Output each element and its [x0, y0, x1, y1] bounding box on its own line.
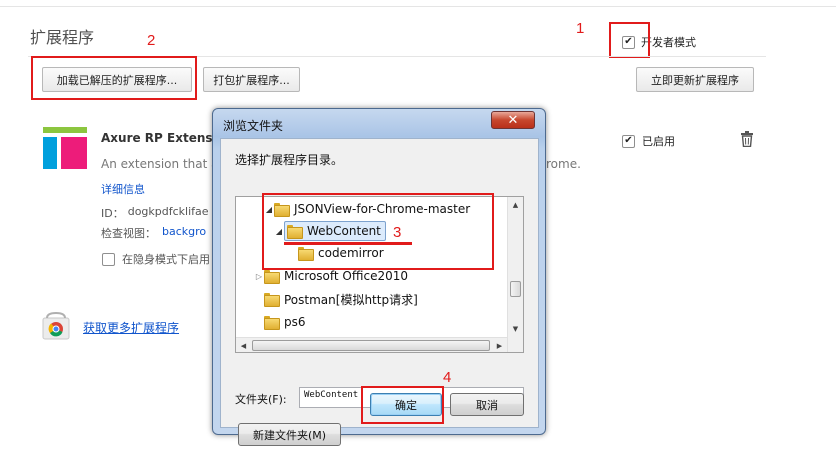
folder-field-label: 文件夹(F):	[235, 393, 287, 406]
folder-icon	[264, 270, 280, 284]
details-link[interactable]: 详细信息	[101, 181, 145, 197]
expand-arrow-icon[interactable]: ▷	[254, 272, 264, 281]
chrome-webstore-icon[interactable]	[42, 311, 70, 340]
annotation-box-3	[262, 193, 494, 270]
tree-item-label: Postman[模拟http请求]	[284, 292, 418, 307]
annotation-underline	[284, 242, 412, 245]
get-more-extensions-link[interactable]: 获取更多扩展程序	[83, 319, 179, 336]
folder-icon	[264, 293, 280, 307]
axure-logo-icon	[43, 127, 87, 169]
annotation-box-4	[361, 386, 444, 424]
annotation-box-2	[31, 56, 197, 100]
tree-item-ps6[interactable]: ps6	[264, 311, 306, 333]
extension-id-row: ID： dogkpdfcklifaen	[101, 205, 208, 221]
tree-item-label: Microsoft Office2010	[284, 269, 408, 283]
inspect-background-link[interactable]: backgro	[162, 225, 206, 241]
annotation-number-1: 1	[576, 20, 585, 37]
enabled-label: 已启用	[642, 135, 675, 148]
tree-item-label: ps6	[284, 315, 306, 329]
extension-description-tail: rome.	[546, 157, 581, 171]
extension-name: Axure RP Extensio	[101, 131, 213, 145]
update-extensions-button[interactable]: 立即更新扩展程序	[636, 67, 754, 92]
tree-horizontal-scrollbar[interactable]: ◀ ▶	[236, 337, 507, 352]
incognito-toggle[interactable]: 在隐身模式下启用	[102, 251, 212, 267]
extension-description: An extension that a	[101, 157, 213, 171]
pack-extension-button[interactable]: 打包扩展程序...	[203, 67, 300, 92]
tree-vertical-scrollbar[interactable]: ▲ ▼	[507, 197, 523, 352]
annotation-number-4: 4	[443, 369, 452, 386]
enabled-checkbox[interactable]	[622, 134, 635, 148]
annotation-number-2: 2	[147, 32, 156, 49]
page-title: 扩展程序	[30, 28, 95, 47]
scroll-down-arrow-icon[interactable]: ▼	[508, 321, 523, 336]
scroll-up-arrow-icon[interactable]: ▲	[508, 197, 523, 212]
dialog-title: 浏览文件夹	[223, 119, 284, 133]
annotation-box-1	[609, 22, 650, 58]
extension-id-value: dogkpdfcklifaen	[127, 205, 208, 218]
scroll-left-arrow-icon[interactable]: ◀	[236, 338, 251, 352]
dialog-body: 选择扩展程序目录。 ◢ JSONView-for-Chrome-master ◢…	[220, 138, 539, 446]
new-folder-button[interactable]: 新建文件夹(M)	[238, 423, 341, 446]
extension-id-label: ID：	[101, 207, 124, 220]
scroll-right-arrow-icon[interactable]: ▶	[492, 338, 507, 352]
horizontal-scroll-thumb[interactable]	[252, 340, 490, 351]
annotation-number-3: 3	[393, 224, 402, 241]
enabled-toggle[interactable]: 已启用	[622, 133, 675, 149]
dialog-prompt: 选择扩展程序目录。	[235, 153, 344, 167]
cancel-button[interactable]: 取消	[450, 393, 524, 416]
dialog-close-button[interactable]: ✕	[491, 111, 535, 129]
incognito-label: 在隐身模式下启用	[122, 253, 210, 266]
inspect-views-row: 检查视图： backgro	[101, 225, 206, 241]
incognito-checkbox[interactable]	[102, 252, 115, 266]
trash-icon[interactable]	[740, 131, 754, 148]
top-divider	[0, 6, 836, 7]
scroll-thumb[interactable]	[510, 281, 521, 297]
folder-icon	[264, 316, 280, 330]
inspect-views-label: 检查视图：	[101, 227, 156, 240]
tree-item-postman[interactable]: Postman[模拟http请求]	[264, 288, 418, 310]
